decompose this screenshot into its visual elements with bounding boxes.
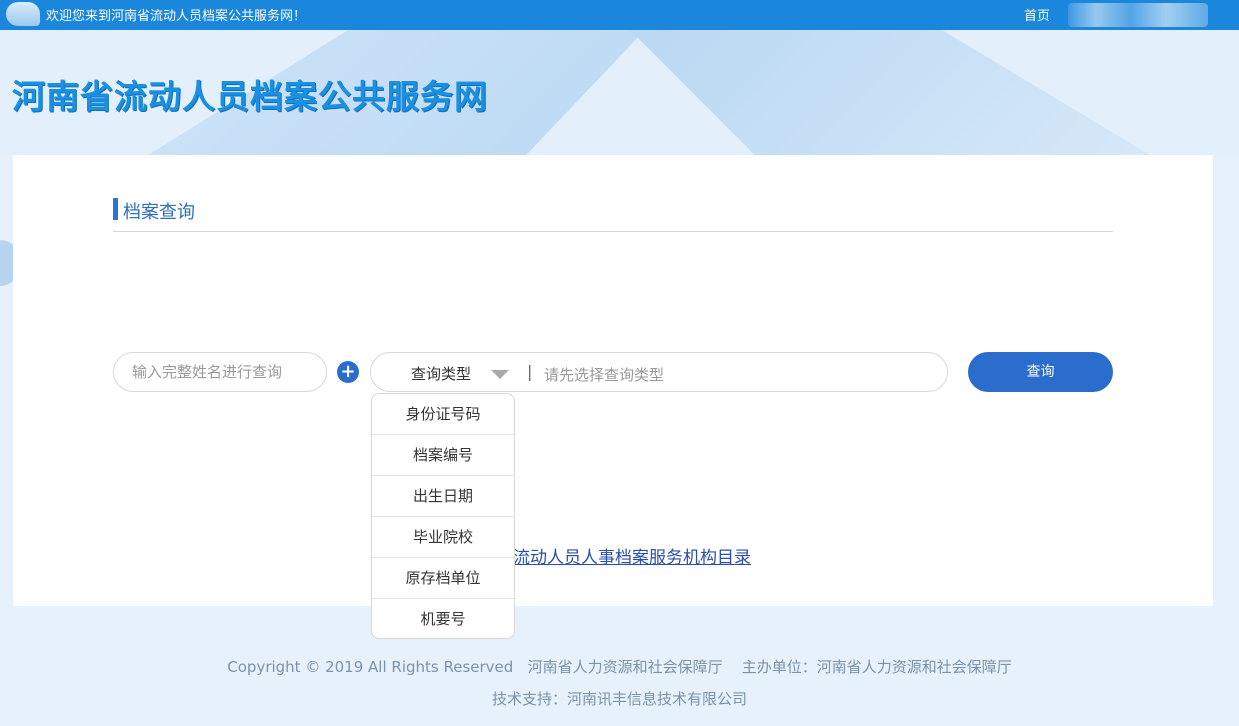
directory-link[interactable]: 流动人员人事档案服务机构目录 (513, 543, 751, 568)
home-link[interactable]: 首页 (1024, 5, 1050, 24)
dropdown-option-original-unit[interactable]: 原存档单位 (372, 558, 514, 599)
query-type-value-input[interactable]: 请先选择查询类型 (544, 364, 664, 385)
dropdown-option-archive-number[interactable]: 档案编号 (372, 435, 514, 476)
footer-line-2: 技术支持：河南讯丰信息技术有限公司 (0, 688, 1239, 709)
tech-support-text: 技术支持：河南讯丰信息技术有限公司 (491, 690, 747, 708)
top-bar: 欢迎您来到河南省流动人员档案公共服务网！ 首页 (0, 0, 1239, 30)
copyright-text: Copyright © 2019 All Rights Reserved (227, 658, 514, 676)
footer-line-1: Copyright © 2019 All Rights Reserved 河南省… (0, 656, 1239, 680)
dropdown-option-birth-date[interactable]: 出生日期 (372, 476, 514, 517)
main-panel: 档案查询 + 查询类型 | 请先选择查询类型 查询 身份证号码 档案编号 出生日… (13, 155, 1213, 639)
name-search-input[interactable] (113, 352, 327, 392)
dropdown-option-id-number[interactable]: 身份证号码 (372, 394, 514, 435)
footer: Copyright © 2019 All Rights Reserved 河南省… (0, 656, 1239, 709)
query-type-dropdown: 身份证号码 档案编号 出生日期 毕业院校 原存档单位 机要号 (371, 393, 515, 639)
org-text: 河南省人力资源和社会保障厅 (527, 658, 723, 676)
site-title: 河南省流动人员档案公共服务网 (12, 77, 488, 116)
banner-decoration (630, 30, 1150, 155)
query-button[interactable]: 查询 (968, 352, 1113, 392)
host-text: 主办单位：河南省人力资源和社会保障厅 (741, 658, 1012, 676)
user-info-blurred[interactable] (1068, 3, 1208, 27)
section-header: 档案查询 (113, 198, 1113, 232)
welcome-text: 欢迎您来到河南省流动人员档案公共服务网！ (46, 9, 307, 24)
separator: | (527, 362, 533, 381)
chevron-down-icon[interactable] (491, 370, 509, 379)
header-banner: 河南省流动人员档案公共服务网 (0, 30, 1239, 155)
dropdown-option-confidential-number[interactable]: 机要号 (372, 599, 514, 638)
query-type-label[interactable]: 查询类型 (411, 363, 471, 384)
dropdown-option-school[interactable]: 毕业院校 (372, 517, 514, 558)
add-condition-button[interactable]: + (337, 361, 359, 383)
section-title: 档案查询 (123, 202, 195, 223)
section-marker (113, 198, 118, 220)
query-type-selector[interactable]: 查询类型 | 请先选择查询类型 (370, 352, 948, 392)
cloud-logo-icon (6, 2, 40, 26)
